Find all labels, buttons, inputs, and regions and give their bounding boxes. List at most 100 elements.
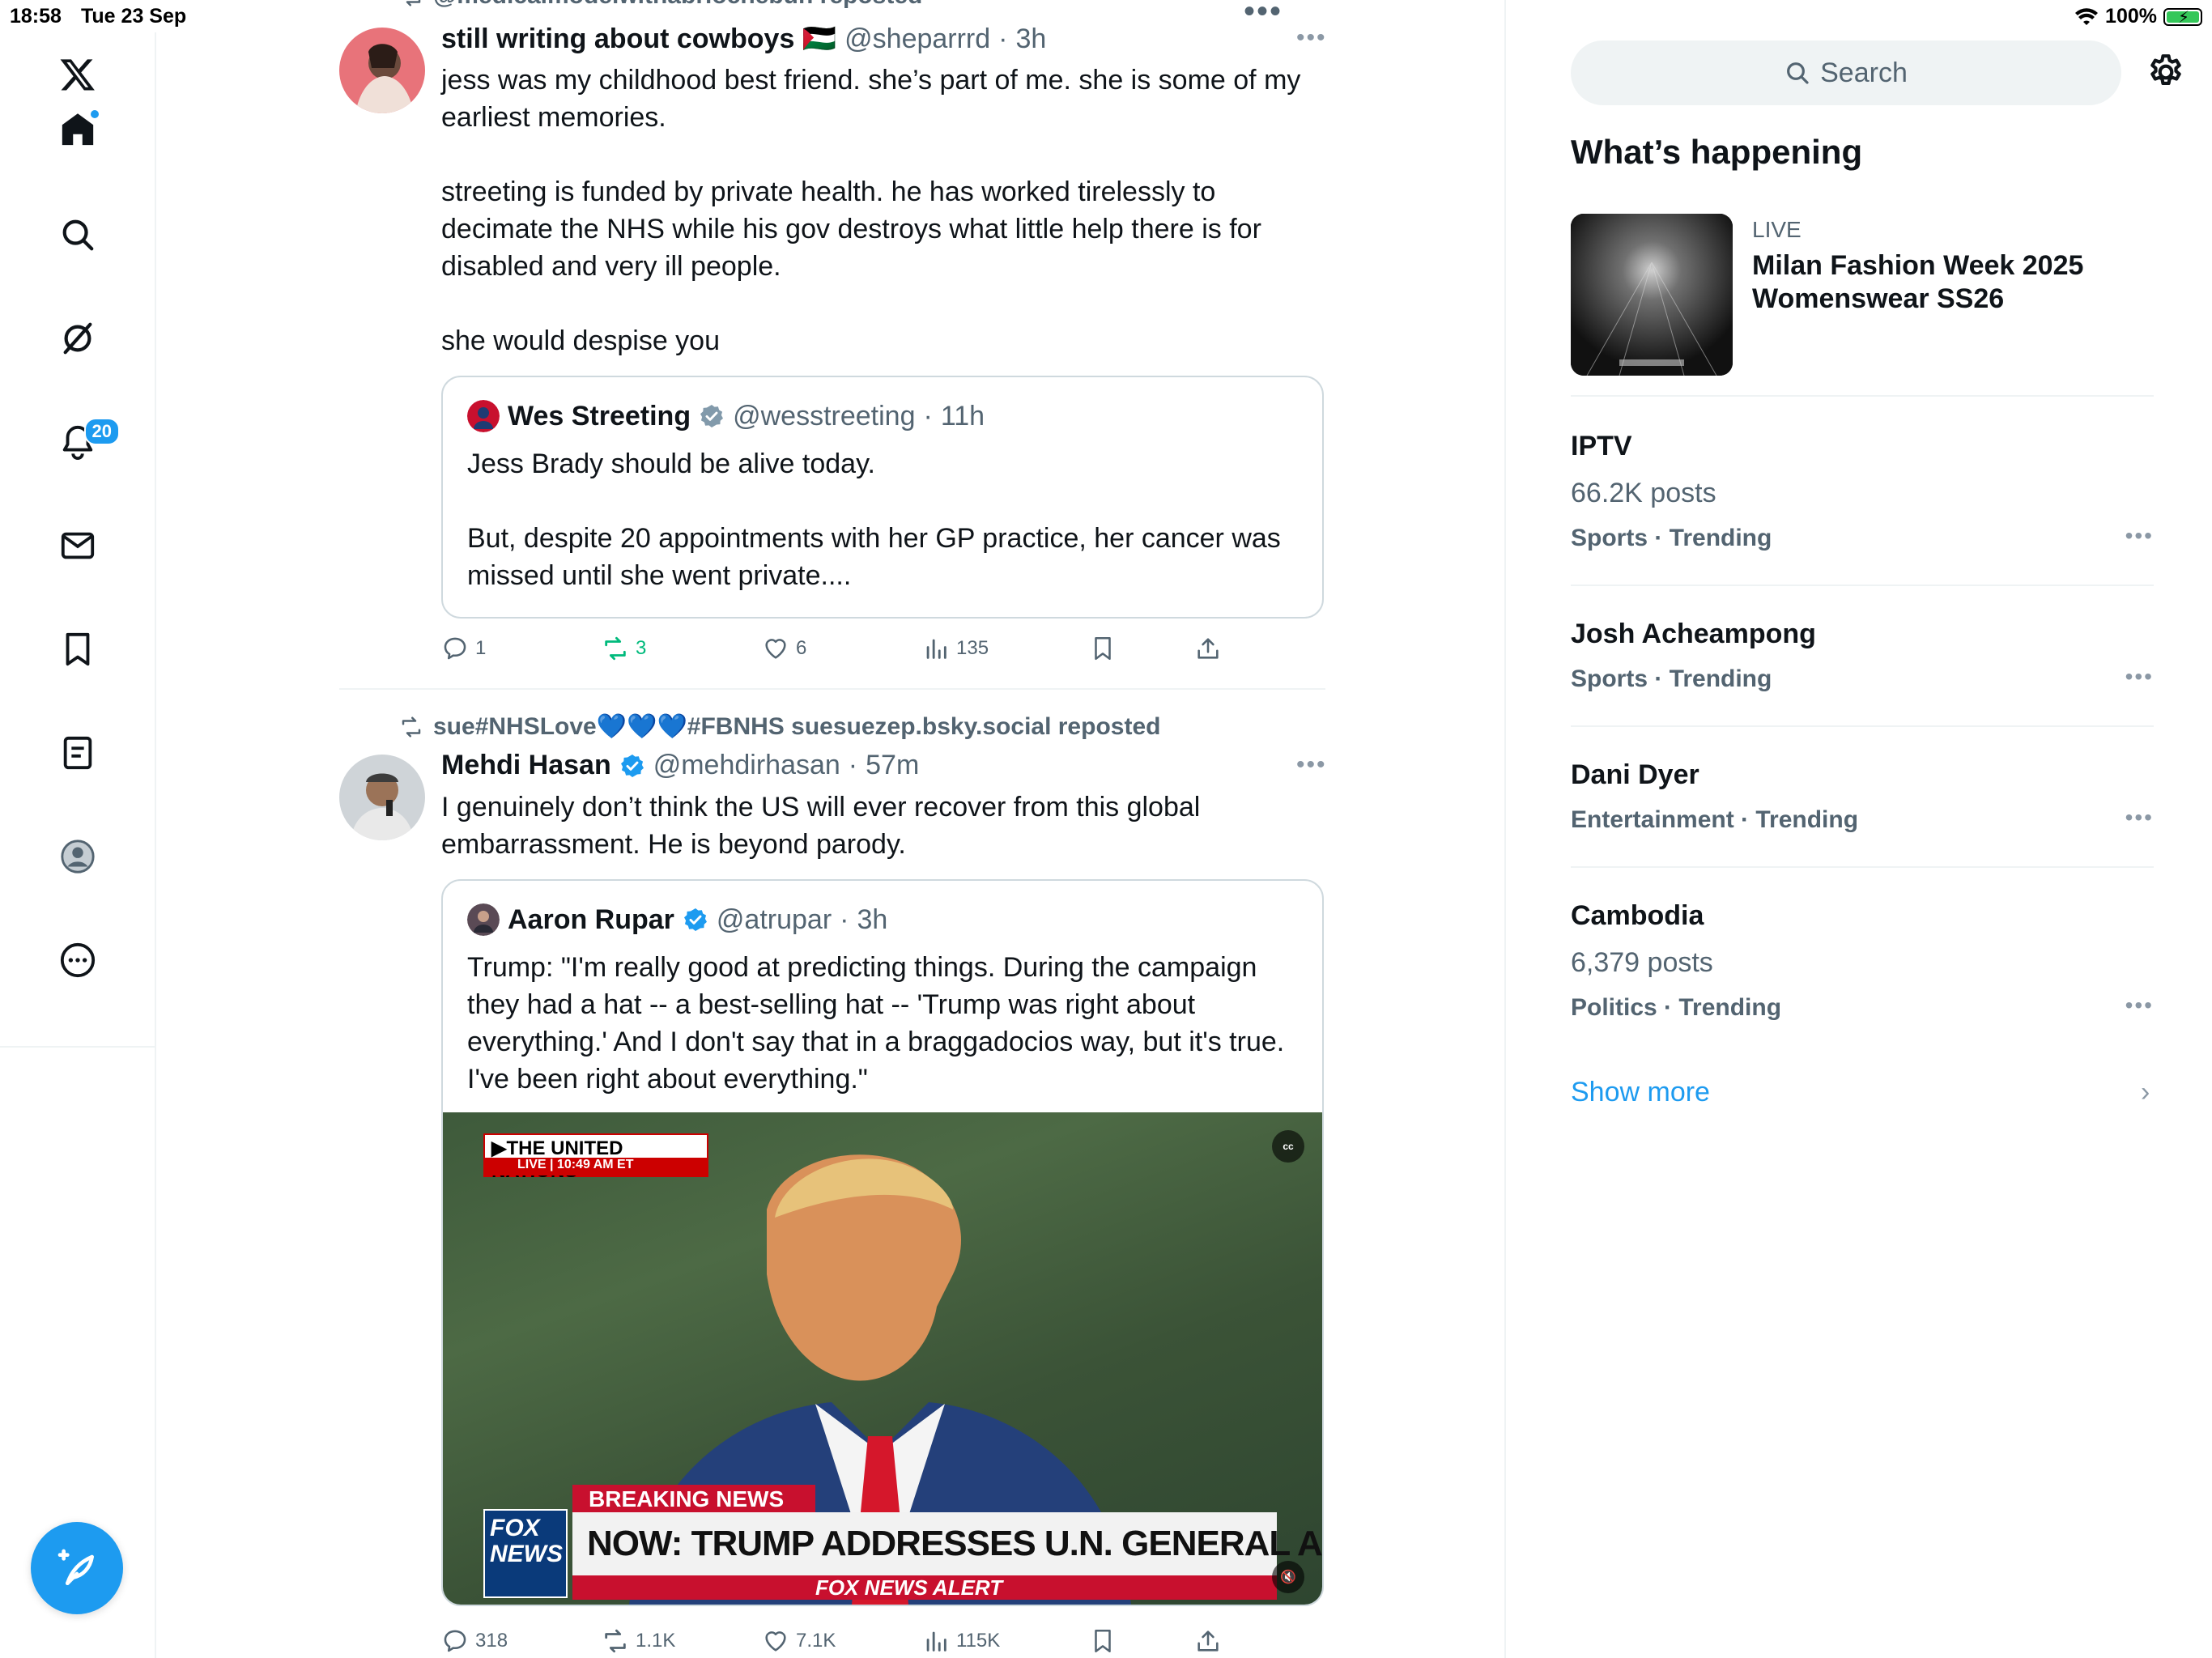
views-icon — [926, 1631, 946, 1652]
compose-post-button[interactable] — [31, 1522, 123, 1614]
post-time[interactable]: 3h — [1016, 23, 1047, 55]
captions-icon[interactable]: cc — [1272, 1130, 1304, 1163]
reply-count: 318 — [475, 1630, 508, 1652]
mute-icon[interactable]: 🔇 — [1272, 1561, 1304, 1593]
heart-icon — [765, 639, 786, 659]
x-logo-icon[interactable] — [53, 50, 102, 99]
bookmark-icon — [1095, 1629, 1111, 1653]
avatar[interactable] — [339, 755, 425, 840]
trend-item[interactable]: Cambodia 6,379 posts Politics · Trending… — [1571, 900, 2154, 1030]
share-button[interactable] — [1194, 1627, 1222, 1655]
home-icon[interactable] — [53, 105, 102, 154]
reply-icon — [444, 637, 466, 660]
trend-post-count: 66.2K posts — [1571, 478, 1716, 508]
video-player[interactable]: ▶THE UNITED NATIONS LIVE | 10:49 AM ET c… — [443, 1112, 1322, 1605]
more-options-icon[interactable] — [53, 936, 102, 984]
repost-indicator: sue#NHSLove💙💙💙#FBNHS suesuezep.bsky.soci… — [399, 712, 1160, 741]
trend-category: Sports · Trending — [1571, 525, 1772, 551]
share-button[interactable] — [1194, 635, 1222, 662]
repost-green-icon — [605, 636, 626, 661]
trend-divider — [1571, 725, 2154, 727]
compose-feather-icon — [57, 1549, 94, 1585]
trend-name: Dani Dyer — [1571, 759, 1699, 790]
settings-gear-icon[interactable] — [2146, 52, 2186, 92]
like-button[interactable]: 7.1K — [762, 1627, 836, 1655]
views-count: 115K — [956, 1630, 1001, 1652]
views-button[interactable]: 115K — [922, 1627, 1000, 1655]
trend-category: Entertainment · Trending — [1571, 806, 1859, 833]
trend-item[interactable]: Josh Acheampong Sports · Trending ••• — [1571, 619, 2154, 716]
trend-more-icon[interactable]: ••• — [2125, 993, 2154, 1018]
notifications-icon[interactable]: 20 — [53, 418, 120, 466]
repost-button[interactable]: 3 — [602, 635, 646, 662]
nav-divider — [0, 1046, 156, 1048]
search-input[interactable]: Search — [1571, 40, 2121, 105]
avatar[interactable] — [339, 28, 425, 113]
lists-icon[interactable] — [53, 729, 102, 777]
bookmark-button[interactable] — [1089, 1627, 1117, 1655]
quoted-tweet-header: Wes Streeting @wesstreeting · 11h — [467, 400, 985, 432]
whats-happening-title: What’s happening — [1571, 133, 1863, 171]
reply-button[interactable]: 1 — [441, 635, 486, 662]
quoted-tweet[interactable]: Wes Streeting @wesstreeting · 11h Jess Bra… — [441, 376, 1324, 619]
like-button[interactable]: 6 — [762, 635, 806, 662]
channel-banner: ▶THE UNITED NATIONS LIVE | 10:49 AM ET — [483, 1133, 708, 1182]
post-time[interactable]: 57m — [866, 750, 919, 781]
grok-icon[interactable] — [53, 314, 102, 363]
repost-icon — [402, 716, 421, 737]
views-button[interactable]: 135 — [922, 635, 989, 662]
repost-indicator: @medicalmodelwithabriochebun reposted — [399, 0, 922, 10]
search-icon — [1787, 62, 1809, 84]
quoted-tweet-text: Jess Brady should be alive today. But, d… — [467, 449, 1281, 591]
status-time: 18:58 — [10, 5, 62, 28]
event-thumbnail — [1571, 214, 1733, 376]
tweet-more-icon[interactable]: ••• — [1296, 24, 1327, 52]
repost-button[interactable]: 1.1K — [602, 1627, 675, 1655]
trend-divider — [1571, 395, 2154, 397]
bookmark-button[interactable] — [1089, 635, 1117, 662]
quoted-author-name: Wes Streeting — [508, 400, 691, 432]
show-more-link[interactable]: Show more — [1571, 1077, 1710, 1108]
home-unread-dot — [89, 108, 100, 120]
author-name[interactable]: Mehdi Hasan — [441, 750, 611, 781]
messages-icon[interactable] — [53, 521, 102, 570]
quoted-tweet[interactable]: Aaron Rupar @atrupar · 3h Trump: "I'm real… — [441, 879, 1324, 1606]
banner-live: LIVE | 10:49 AM ET — [485, 1158, 707, 1175]
repost-by-text: @medicalmodelwithabriochebun reposted — [433, 0, 922, 10]
trend-item[interactable]: IPTV 66.2K posts Sports · Trending ••• — [1571, 431, 2154, 560]
fox-logo-text: FOX NEWS — [490, 1515, 563, 1567]
wifi-icon — [2075, 7, 2099, 25]
trend-category: Politics · Trending — [1571, 994, 1782, 1021]
trend-post-count: 6,379 posts — [1571, 947, 1713, 978]
top-more-dots: ••• — [1244, 0, 1283, 29]
quoted-author-handle: @atrupar — [716, 903, 832, 935]
status-right: 100% ⚡ — [2074, 5, 2202, 28]
search-icon[interactable] — [53, 210, 102, 259]
event-title: Milan Fashion Week 2025 Womenswear SS26 — [1752, 250, 2084, 314]
quoted-avatar — [467, 903, 500, 936]
trend-category: Sports · Trending — [1571, 665, 1772, 692]
tweet-more-icon[interactable]: ••• — [1296, 751, 1327, 779]
quoted-author-handle: @wesstreeting — [733, 400, 916, 432]
trend-name: Cambodia — [1571, 900, 1704, 931]
author-handle[interactable]: @mehdirhasan — [653, 750, 840, 781]
trend-more-icon[interactable]: ••• — [2125, 805, 2154, 831]
search-placeholder: Search — [1820, 57, 1908, 88]
fox-news-logo: FOX NEWS — [483, 1509, 568, 1598]
author-handle[interactable]: @sheparrrd — [844, 23, 990, 55]
quoted-post-time: 3h — [857, 903, 888, 935]
quoted-author-name: Aaron Rupar — [508, 903, 674, 935]
trend-more-icon[interactable]: ••• — [2125, 664, 2154, 690]
repost-by-text: sue#NHSLove💙💙💙#FBNHS suesuezep.bsky.soci… — [433, 713, 1161, 740]
profile-icon[interactable] — [53, 832, 102, 881]
author-name[interactable]: still writing about cowboys 🇵🇸 — [441, 23, 836, 55]
reply-button[interactable]: 318 — [441, 1627, 508, 1655]
trend-name: IPTV — [1571, 431, 1632, 461]
quoted-meta-separator: · — [923, 400, 933, 432]
fox-alert-bar: FOX NEWS ALERT — [572, 1575, 1277, 1600]
featured-event[interactable]: LIVE Milan Fashion Week 2025 Womenswear … — [1571, 214, 2154, 376]
trend-more-icon[interactable]: ••• — [2125, 523, 2154, 549]
tweet-text: jess was my childhood best friend. she’s… — [441, 65, 1301, 356]
bookmarks-icon[interactable] — [53, 625, 102, 674]
trend-item[interactable]: Dani Dyer Entertainment · Trending ••• — [1571, 759, 2154, 857]
